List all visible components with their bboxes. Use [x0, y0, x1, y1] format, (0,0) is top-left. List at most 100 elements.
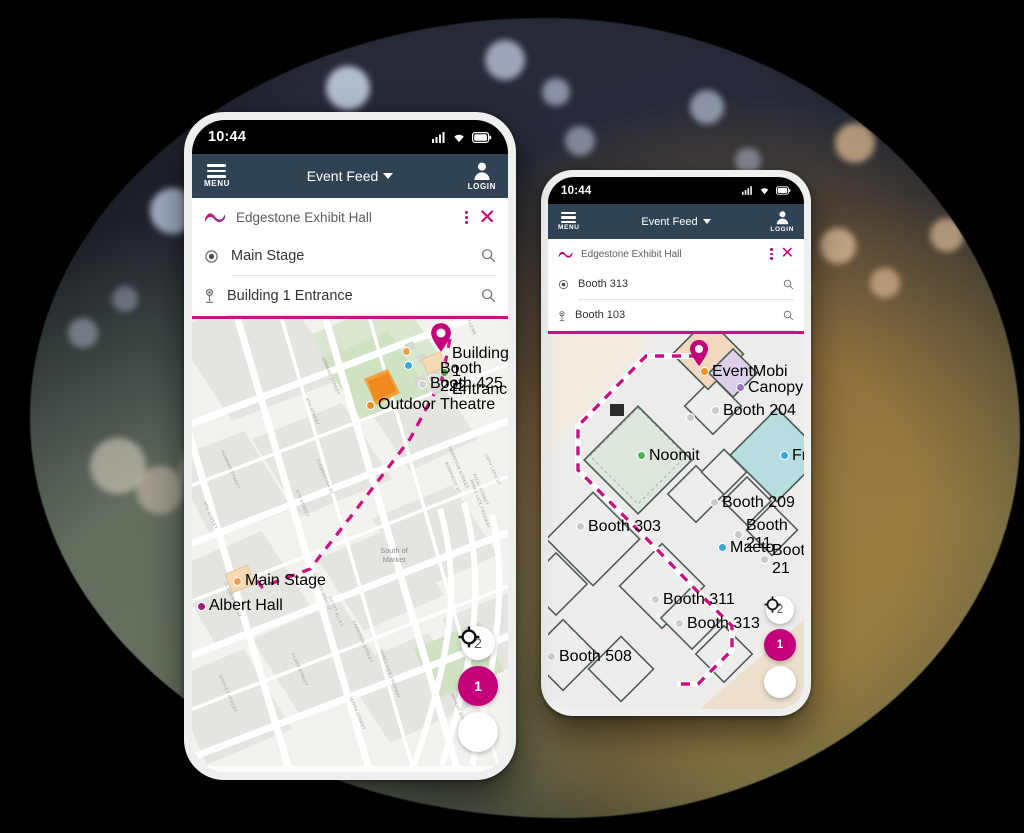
phone1-street-map[interactable]: HOWARD STREET HOWARD STREET 4TH STREET 5…: [192, 319, 508, 766]
status-icons: [432, 131, 492, 143]
floor-selector-1[interactable]: 1: [764, 628, 796, 661]
login-label: LOGIN: [467, 182, 496, 191]
close-icon[interactable]: ✕: [781, 246, 794, 262]
screenshot-stage: 10:44 MENU Event Feed LOGIN Edgestone Ex…: [0, 0, 1024, 833]
venue-row: Edgestone Exhibit Hall ✕: [192, 198, 508, 236]
poi-label: Maeto: [730, 538, 775, 556]
eventmobi-wave-logo: [204, 212, 226, 222]
poi-label: Albert Hall: [209, 597, 283, 614]
phone2-search-panel: Edgestone Exhibit Hall ✕ Booth 313 Booth…: [548, 239, 804, 334]
poi-booth-204[interactable]: Booth 204: [711, 402, 796, 420]
poi-marker-icon: [736, 383, 745, 392]
chevron-down-icon: [702, 219, 711, 224]
search-icon[interactable]: [783, 310, 794, 321]
venue-row: Edgestone Exhibit Hall ✕: [548, 239, 804, 269]
poi-booth-508[interactable]: Booth 508: [548, 648, 632, 666]
status-icons: [742, 186, 791, 195]
poi-marker-icon: [576, 522, 585, 531]
poi-label: Booth 21: [772, 541, 804, 577]
poi-label: Booth 311: [663, 590, 735, 608]
poi-booth-209[interactable]: Booth 209: [710, 494, 795, 512]
destination-value: Building 1 Entrance: [227, 287, 353, 304]
phone-device-1: 10:44 MENU Event Feed LOGIN Edgestone Ex…: [184, 112, 516, 780]
close-icon[interactable]: ✕: [478, 207, 496, 228]
login-button[interactable]: LOGIN: [770, 210, 794, 233]
poi-marker-icon: [637, 451, 646, 460]
hamburger-icon: [207, 164, 227, 178]
menu-button[interactable]: MENU: [204, 164, 230, 188]
search-icon[interactable]: [481, 288, 496, 303]
poi-marker-icon: [711, 406, 720, 415]
poi-booth-313[interactable]: Booth 313: [675, 615, 760, 633]
eventmobi-wave-logo: [558, 251, 573, 258]
poi-small-marker-a[interactable]: [686, 412, 695, 422]
origin-field-row[interactable]: Booth 313: [548, 269, 804, 300]
poi-noomit[interactable]: Noomit: [637, 447, 700, 465]
poi-marker-icon: [710, 498, 719, 507]
poi-small-marker-b[interactable]: [402, 347, 411, 356]
login-label: LOGIN: [770, 226, 794, 233]
locate-me-button[interactable]: [458, 626, 498, 752]
destination-field-row[interactable]: Booth 103: [548, 300, 804, 331]
poi-canopy[interactable]: Canopy: [736, 379, 803, 397]
menu-button[interactable]: MENU: [558, 211, 580, 231]
venue-name: Edgestone Exhibit Hall: [236, 209, 372, 225]
poi-booth-425[interactable]: Booth 425: [418, 375, 503, 393]
hamburger-icon: [561, 211, 577, 224]
poi-albert-hall[interactable]: Albert Hall: [197, 597, 283, 615]
status-time: 10:44: [561, 184, 592, 197]
origin-field-row[interactable]: Main Stage: [192, 236, 508, 276]
poi-booth-311[interactable]: Booth 311: [651, 591, 735, 609]
locate-me-button[interactable]: [764, 595, 796, 698]
poi-outdoor-theatre[interactable]: Outdoor Theatre: [366, 396, 495, 414]
venue-name: Edgestone Exhibit Hall: [581, 248, 682, 260]
phone1-screen: 10:44 MENU Event Feed LOGIN Edgestone Ex…: [192, 120, 508, 772]
kebab-menu-icon[interactable]: [465, 210, 469, 224]
header-title: Event Feed: [306, 168, 379, 184]
phone1-android-nav: ‹: [192, 766, 508, 772]
menu-label: MENU: [204, 178, 230, 188]
header-title-dropdown[interactable]: Event Feed: [548, 216, 804, 228]
poi-marker-icon: [686, 412, 695, 422]
phone2-indoor-map[interactable]: EventMobi Canopy Booth 204 Noomit Fr: [548, 333, 804, 709]
floor-selector-1[interactable]: 1: [458, 666, 498, 706]
search-icon[interactable]: [481, 248, 496, 263]
poi-label: Outdoor Theatre: [378, 396, 496, 413]
poi-label: Booth 508: [559, 647, 632, 665]
phone2-map-controls: 2 1: [764, 595, 796, 698]
poi-marker-icon: [780, 451, 789, 460]
status-time: 10:44: [208, 129, 247, 145]
poi-maeto[interactable]: Maeto: [718, 539, 774, 557]
poi-booth-303[interactable]: Booth 303: [576, 518, 661, 536]
poi-label: Booth 313: [687, 614, 760, 632]
poi-label: Booth 209: [722, 493, 795, 511]
search-icon[interactable]: [783, 279, 794, 290]
cellular-signal-icon: [742, 186, 752, 195]
poi-small-marker-c[interactable]: [404, 361, 413, 370]
origin-value: Main Stage: [231, 247, 305, 264]
login-button[interactable]: LOGIN: [468, 161, 496, 191]
phone-device-2: 10:44 MENU Event Feed LOGIN Edgestone Ex…: [541, 170, 811, 716]
poi-marker-icon: [197, 601, 206, 611]
phone1-search-panel: Edgestone Exhibit Hall ✕ Main Stage Buil…: [192, 198, 508, 319]
poi-marker-icon: [700, 367, 709, 376]
poi-marker-icon: [233, 576, 242, 586]
chevron-down-icon: [383, 173, 394, 179]
locate-me-icon: [764, 595, 781, 613]
poi-marker-icon: [548, 652, 556, 661]
destination-pin-icon: [559, 310, 565, 321]
poi-main-stage[interactable]: Main Stage: [233, 572, 326, 590]
origin-target-icon: [558, 279, 569, 290]
poi-fr[interactable]: Fr: [780, 447, 804, 465]
wifi-icon: [760, 188, 769, 195]
kebab-menu-icon[interactable]: [770, 248, 773, 260]
destination-field-row[interactable]: Building 1 Entrance: [192, 276, 508, 316]
poi-label: Booth 425: [430, 375, 503, 392]
poi-label: Canopy: [748, 378, 804, 396]
phone1-map-controls: 2 1: [458, 626, 498, 752]
poi-label: Booth 204: [723, 401, 796, 419]
neighbourhood-label: South of Market: [380, 546, 408, 564]
destination-value: Booth 103: [575, 309, 626, 321]
header-title-dropdown[interactable]: Event Feed: [192, 168, 508, 184]
header-title: Event Feed: [641, 215, 698, 228]
